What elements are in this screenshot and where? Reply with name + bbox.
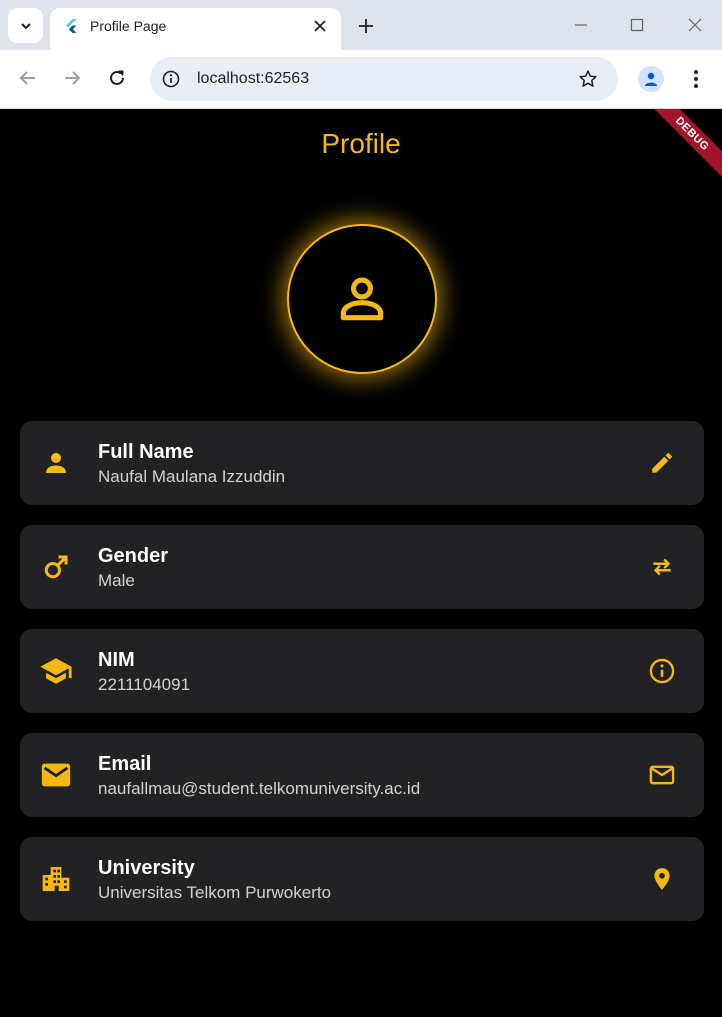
location-pin-icon	[654, 868, 670, 890]
close-window-button[interactable]	[680, 10, 710, 40]
info-icon	[162, 70, 180, 88]
close-tab-button[interactable]	[310, 16, 330, 36]
card-value: Naufal Maulana Izzuddin	[98, 467, 286, 486]
edit-icon	[652, 452, 673, 473]
address-bar[interactable]: localhost:62563	[150, 57, 618, 101]
maximize-button[interactable]	[622, 10, 652, 40]
browser-toolbar: localhost:62563	[0, 50, 722, 109]
more-vert-icon	[694, 70, 698, 88]
account-icon	[645, 72, 657, 86]
page-title: Profile	[321, 128, 401, 159]
minimize-button[interactable]	[566, 10, 596, 40]
send-email-button[interactable]	[646, 760, 678, 790]
tab-search-button[interactable]	[8, 8, 43, 43]
plus-icon	[359, 19, 373, 33]
person-outline-icon	[340, 277, 384, 321]
browser-tab-bar: Profile Page	[0, 0, 722, 50]
nim-info-button[interactable]	[646, 656, 678, 686]
arrow-right-icon	[65, 71, 81, 85]
school-icon	[38, 653, 74, 689]
university-location-button[interactable]	[646, 864, 678, 894]
profile-card-gender: Gender Male	[20, 525, 704, 609]
browser-menu-button[interactable]	[684, 66, 708, 92]
back-button[interactable]	[14, 64, 42, 92]
card-title: Gender	[98, 545, 169, 567]
close-icon	[688, 18, 702, 32]
tab-profile-page[interactable]: Profile Page	[50, 8, 341, 50]
reload-icon	[110, 70, 124, 85]
new-tab-button[interactable]	[352, 12, 380, 40]
flutter-icon	[66, 19, 77, 33]
close-icon	[314, 20, 326, 32]
card-title: Full Name	[98, 441, 194, 463]
arrow-left-icon	[19, 71, 35, 85]
app-viewport: Profile DEBUG Full Name Naufal Maulana I…	[0, 109, 722, 1017]
card-title: Email	[98, 753, 152, 775]
avatar	[287, 224, 437, 374]
mail-outline-icon	[649, 765, 675, 785]
card-value: Male	[98, 571, 135, 590]
minimize-icon	[575, 24, 587, 26]
business-icon	[38, 861, 74, 897]
info-icon	[649, 658, 675, 684]
url-text: localhost:62563	[197, 70, 310, 87]
chevron-down-icon	[20, 22, 31, 29]
card-title: University	[98, 857, 195, 879]
reload-button[interactable]	[103, 64, 131, 92]
bookmark-button[interactable]	[576, 67, 600, 91]
browser-profile-button[interactable]	[638, 66, 664, 92]
person-icon	[38, 445, 74, 481]
forward-button[interactable]	[58, 64, 86, 92]
card-value: 2211104091	[98, 675, 191, 694]
swap-gender-button[interactable]	[646, 552, 678, 582]
maximize-icon	[630, 18, 644, 32]
edit-name-button[interactable]	[646, 448, 678, 478]
profile-card-email: Email naufallmau@student.telkomuniversit…	[20, 733, 704, 817]
card-value: Universitas Telkom Purwokerto	[98, 883, 332, 902]
swap-icon	[653, 558, 671, 576]
male-icon	[38, 549, 74, 585]
star-icon	[579, 70, 597, 87]
profile-card-nim: NIM 2211104091	[20, 629, 704, 713]
email-icon	[38, 757, 74, 793]
card-value: naufallmau@student.telkomuniversity.ac.i…	[98, 779, 421, 798]
card-title: NIM	[98, 649, 135, 671]
profile-card-university: University Universitas Telkom Purwokerto	[20, 837, 704, 921]
site-info-button[interactable]	[160, 68, 182, 90]
tab-title: Profile Page	[90, 18, 167, 34]
profile-card-full-name: Full Name Naufal Maulana Izzuddin	[20, 421, 704, 505]
